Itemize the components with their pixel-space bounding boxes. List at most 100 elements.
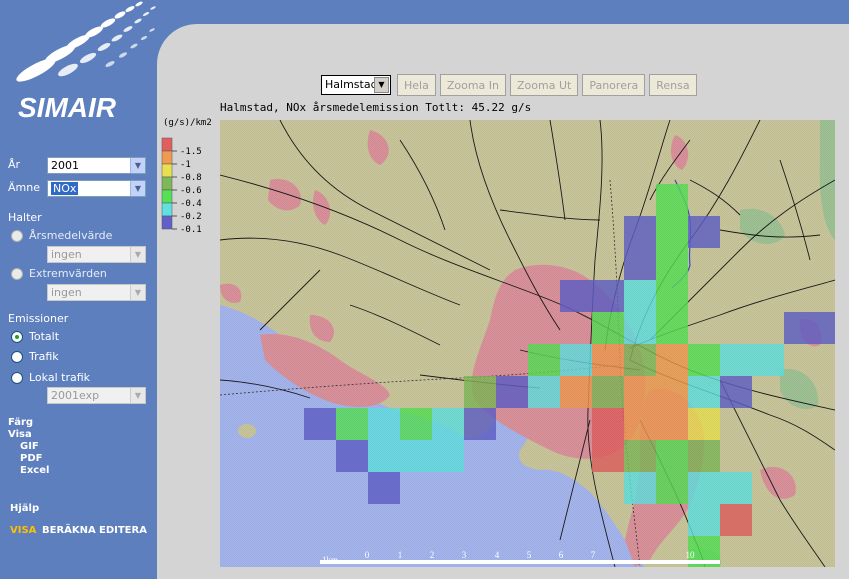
scale-tick-label: 4: [495, 550, 500, 560]
emission-cell: [368, 408, 400, 440]
nav-visa[interactable]: VISA: [10, 525, 36, 536]
emission-cell: [336, 408, 368, 440]
scale-tick-label: 0: [365, 550, 370, 560]
emission-cell: [528, 344, 560, 376]
emission-cell: [368, 440, 400, 472]
emission-cell: [656, 408, 688, 440]
emission-cell: [624, 376, 656, 408]
arsmedel-radio[interactable]: [11, 229, 23, 242]
arsmedel-label: Årsmedelvärde: [29, 229, 113, 242]
scale-tick-label: 3: [462, 550, 467, 560]
emission-cell: [624, 248, 656, 280]
emission-cell: [624, 408, 656, 440]
emission-cell: [656, 184, 688, 216]
emission-cell: [720, 504, 752, 536]
emission-cell: [528, 376, 560, 408]
emission-cell: [656, 216, 688, 248]
emission-cell: [624, 472, 656, 504]
emission-cell: [592, 312, 624, 344]
farg-link[interactable]: Färg: [8, 417, 33, 428]
scale-tick-label: 7: [591, 550, 596, 560]
substance-select[interactable]: NOx ▼: [47, 180, 146, 197]
legend-unit: (g/s)/km2: [163, 118, 212, 128]
emission-cell: [688, 472, 720, 504]
emission-cell: [688, 216, 720, 248]
emissioner-heading: Emissioner: [8, 312, 69, 325]
emission-cell: [592, 440, 624, 472]
lokal-trafik-radio[interactable]: [11, 371, 23, 384]
arsmedel-select-value: ingen: [51, 248, 82, 261]
totalt-radio[interactable]: [11, 330, 23, 343]
emission-cell: [656, 248, 688, 280]
halter-heading: Halter: [8, 211, 42, 224]
emission-cell: [336, 440, 368, 472]
extrem-select-value: ingen: [51, 286, 82, 299]
map-canvas[interactable]: 1km 0 1 2 3 4 5 6 7 10: [220, 120, 835, 567]
panorera-button[interactable]: Panorera: [582, 74, 646, 96]
zoom-out-button[interactable]: Zooma Ut: [510, 74, 579, 96]
chevron-down-icon: ▼: [130, 181, 145, 196]
app-logo: SIMAIR: [18, 92, 116, 123]
sidebar: SIMAIR År 2001 ▼ Ämne NOx ▼ Halter Årsme…: [0, 0, 157, 579]
emission-cell: [560, 376, 592, 408]
year-label: År: [8, 158, 21, 171]
emission-cell: [432, 440, 464, 472]
logo-dots-icon: [16, 1, 156, 82]
city-select[interactable]: Halmstad ▼: [321, 75, 391, 95]
nav-editera[interactable]: EDITERA: [99, 525, 147, 536]
excel-link[interactable]: Excel: [20, 465, 49, 476]
emission-cell: [624, 440, 656, 472]
extrem-radio[interactable]: [11, 267, 23, 280]
legend-label: -0.2: [180, 212, 202, 222]
arsmedel-select[interactable]: ingen ▼: [47, 246, 146, 263]
pdf-link[interactable]: PDF: [20, 453, 42, 464]
lokal-trafik-label: Lokal trafik: [29, 371, 91, 384]
scale-unit: 1km: [322, 555, 338, 565]
emission-cell: [688, 408, 720, 440]
zoom-in-button[interactable]: Zooma In: [439, 74, 507, 96]
emission-cell: [592, 376, 624, 408]
lokal-trafik-select[interactable]: 2001exp ▼: [47, 387, 146, 404]
legend-swatch: [161, 176, 173, 191]
trafik-label: Trafik: [29, 350, 59, 363]
emission-cell: [656, 280, 688, 312]
year-select[interactable]: 2001 ▼: [47, 157, 146, 174]
emission-cell: [464, 376, 496, 408]
scale-bar-line: [320, 560, 720, 564]
emission-cell: [592, 344, 624, 376]
emission-cell: [624, 280, 656, 312]
emission-cell: [816, 312, 835, 344]
emission-cell: [656, 472, 688, 504]
visa-heading: Visa: [8, 429, 32, 440]
emission-cell: [304, 408, 336, 440]
emission-cell: [368, 472, 400, 504]
extrem-select[interactable]: ingen ▼: [47, 284, 146, 301]
emission-cell: [624, 312, 656, 344]
legend-swatch: [161, 215, 173, 230]
emission-cell: [656, 440, 688, 472]
map-svg: 1km 0 1 2 3 4 5 6 7 10: [220, 120, 835, 567]
totalt-label: Totalt: [29, 330, 60, 343]
gif-link[interactable]: GIF: [20, 441, 39, 452]
legend-swatch: [161, 189, 173, 204]
emission-cell: [400, 440, 432, 472]
nav-berakna[interactable]: BERÄKNA: [42, 525, 96, 536]
chevron-down-icon: ▼: [374, 77, 389, 93]
rensa-button[interactable]: Rensa: [649, 74, 697, 96]
hjalp-link[interactable]: Hjälp: [10, 503, 39, 514]
trafik-radio[interactable]: [11, 350, 23, 363]
legend-label: -0.1: [180, 225, 202, 234]
emission-cell: [688, 440, 720, 472]
legend-label: -1.5: [180, 147, 202, 157]
scale-tick-label: 2: [430, 550, 435, 560]
emission-cell: [624, 216, 656, 248]
emission-cell: [720, 376, 752, 408]
scale-tick-label: 1: [398, 550, 403, 560]
hela-button[interactable]: Hela: [397, 74, 436, 96]
extrem-label: Extremvärden: [29, 267, 107, 280]
city-select-value: Halmstad: [325, 78, 378, 91]
emission-cell: [432, 408, 464, 440]
emission-cell: [784, 312, 816, 344]
legend-swatch: [161, 202, 173, 217]
emission-cell: [400, 408, 432, 440]
